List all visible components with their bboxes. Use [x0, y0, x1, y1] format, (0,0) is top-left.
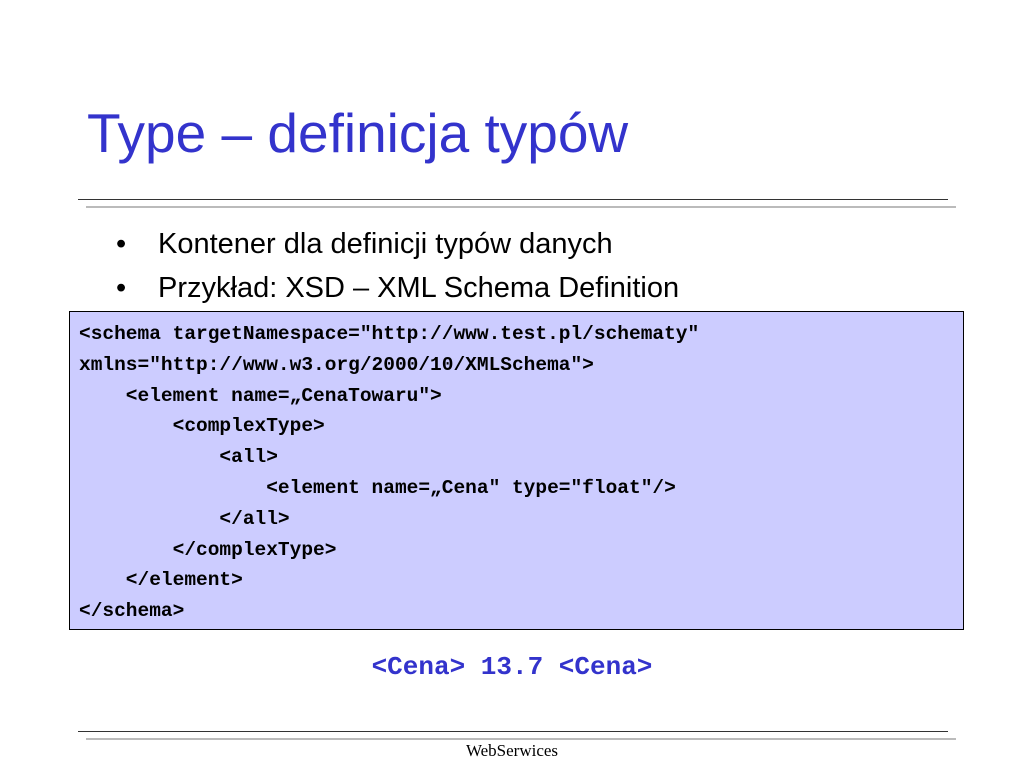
- title-divider-light: [86, 206, 956, 208]
- code-line: </complexType>: [79, 538, 337, 561]
- bullet-item: • Kontener dla definicji typów danych: [110, 222, 679, 266]
- code-line: </schema>: [79, 600, 185, 623]
- bullet-list: • Kontener dla definicji typów danych • …: [110, 222, 679, 310]
- slide-title: Type – definicja typów: [87, 102, 629, 164]
- title-divider-dark: [78, 199, 948, 200]
- code-line: xmlns="http://www.w3.org/2000/10/XMLSche…: [79, 353, 594, 376]
- code-line: </all>: [79, 507, 290, 530]
- xsd-code-block: <schema targetNamespace="http://www.test…: [69, 311, 964, 630]
- code-line: <all>: [79, 446, 278, 469]
- bullet-dot-icon: •: [116, 272, 127, 304]
- footer-divider-dark: [78, 731, 948, 732]
- result-example: <Cena> 13.7 <Cena>: [371, 652, 653, 682]
- code-line: <element name=„CenaTowaru">: [79, 384, 442, 407]
- code-line: </element>: [79, 569, 243, 592]
- code-line: <schema targetNamespace="http://www.test…: [79, 323, 700, 345]
- slide-footer: WebSerwices: [465, 741, 559, 760]
- bullet-dot-icon: •: [116, 228, 127, 260]
- code-line: <complexType>: [79, 415, 325, 438]
- bullet-item: • Przykład: XSD – XML Schema Definition: [110, 266, 679, 310]
- bullet-text: Kontener dla definicji typów danych: [158, 228, 613, 260]
- bullet-text: Przykład: XSD – XML Schema Definition: [158, 272, 680, 304]
- code-line: <element name=„Cena" type="float"/>: [79, 476, 676, 499]
